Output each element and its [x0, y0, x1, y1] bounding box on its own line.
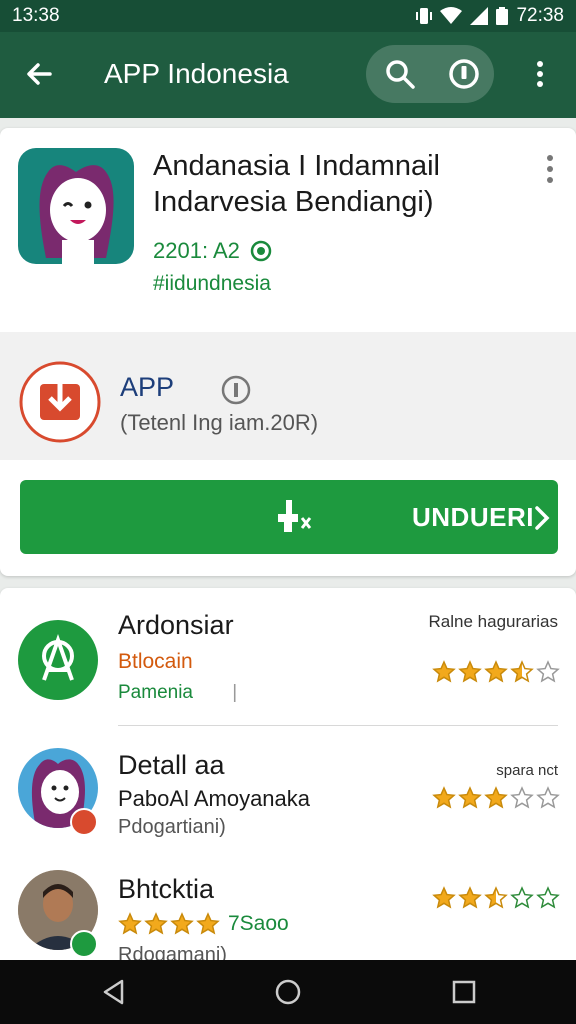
arrow-back-icon[interactable] [20, 54, 60, 94]
list-item-title: Bhtcktia [118, 874, 215, 904]
star-empty-icon [536, 886, 560, 909]
list-item-detail: Rdogamani) [118, 944, 227, 960]
star-empty-icon [510, 786, 534, 809]
related-apps-list: Ardonsiar Btlocain Pamenia | Ralne hagur… [0, 588, 576, 960]
list-item-detail: Pamenia | [118, 682, 237, 704]
list-item[interactable]: Ardonsiar Btlocain Pamenia | Ralne hagur… [0, 588, 576, 726]
install-button[interactable]: UNDUERI [20, 480, 558, 554]
chevron-right-icon [535, 506, 550, 530]
battery-icon [496, 7, 509, 25]
star-full-icon [458, 886, 482, 909]
star-empty-icon [536, 786, 560, 809]
star-empty-icon [510, 886, 534, 909]
list-item-title: Detall aa [118, 750, 225, 780]
wifi-icon [440, 7, 463, 24]
star-full-icon [118, 912, 142, 935]
star-full-icon [432, 660, 456, 683]
star-full-icon [458, 786, 482, 809]
search-icon[interactable] [382, 56, 418, 92]
app-hashtag[interactable]: #iidundnesia [153, 272, 271, 296]
list-item-title: Ardonsiar [118, 610, 234, 640]
app-name-line1: Andanasia I Indamnail [153, 150, 440, 182]
install-button-label: UNDUERI [412, 502, 534, 532]
inline-rating-text: 7Saoo [228, 912, 289, 935]
app-name-line2: Indarvesia Bendiangi) [153, 186, 434, 218]
app-name: Andanasia I Indamnail Indarvesia Bendian… [153, 148, 533, 220]
app-header-card: Andanasia I Indamnail Indarvesia Bendian… [0, 128, 576, 576]
info-icon[interactable] [220, 374, 252, 406]
rating-stars [432, 660, 560, 684]
app-logo-icon [42, 633, 74, 681]
version-text: 2201: A2 [153, 238, 240, 263]
more-vert-icon[interactable] [540, 152, 560, 186]
list-item-detail: Pdogartiani) [118, 816, 226, 838]
star-full-icon [432, 786, 456, 809]
list-item-subtitle: PaboAl Amoyanaka [118, 786, 311, 811]
nav-recents-icon[interactable] [450, 978, 478, 1006]
status-time-right: 72:38 [516, 5, 564, 26]
more-vert-icon[interactable] [522, 56, 558, 92]
download-subtitle: (Tetenl Ing iam.20R) [120, 410, 319, 435]
badge-icon [70, 808, 98, 836]
list-item-right-label: Ralne hagurarias [428, 612, 558, 631]
status-bar: 13:38 72:38 [0, 0, 576, 32]
inline-rating-stars [118, 912, 220, 936]
download-title: APP [120, 372, 175, 402]
star-full-icon [484, 660, 508, 683]
signal-icon [470, 7, 489, 25]
list-item-subtitle: Btlocain [118, 650, 193, 673]
star-half-icon [484, 886, 508, 909]
app-bar: APP Indonesia [0, 32, 576, 118]
list-item[interactable]: Bhtcktia 7Saoo Rdogamani) [0, 846, 576, 960]
star-full-icon [432, 886, 456, 909]
app-icon[interactable] [18, 148, 134, 264]
app-bar-title: APP Indonesia [104, 58, 289, 89]
star-full-icon [196, 912, 220, 935]
vibrate-icon [416, 8, 433, 24]
list-item-right-label: spara nct [496, 762, 558, 779]
nav-home-icon[interactable] [274, 978, 302, 1006]
nav-back-icon[interactable] [100, 978, 128, 1006]
rating-stars [432, 886, 560, 910]
install-figure-icon [278, 500, 312, 532]
download-icon [19, 361, 101, 443]
list-item[interactable]: Detall aa PaboAl Amoyanaka Pdogartiani) … [0, 726, 576, 846]
star-full-icon [484, 786, 508, 809]
list-item-detail-mark: | [232, 682, 238, 703]
radio-target-icon[interactable] [446, 56, 482, 92]
list-item-detail-text: Pamenia [118, 682, 193, 703]
star-full-icon [170, 912, 194, 935]
star-full-icon [144, 912, 168, 935]
inline-rating: 7Saoo [118, 912, 289, 936]
system-nav-bar [0, 960, 576, 1024]
star-half-icon [510, 660, 534, 683]
verified-badge-icon [70, 930, 98, 958]
download-row[interactable]: APP (Tetenl Ing iam.20R) [0, 332, 576, 460]
app-avatar [18, 620, 98, 700]
verified-icon [250, 240, 272, 262]
status-time-left: 13:38 [12, 5, 60, 26]
app-version: 2201: A2 [153, 238, 272, 264]
mascot-icon [39, 165, 114, 264]
star-empty-icon [536, 660, 560, 683]
star-full-icon [458, 660, 482, 683]
rating-stars [432, 786, 560, 810]
status-icons: 72:38 [416, 5, 564, 27]
